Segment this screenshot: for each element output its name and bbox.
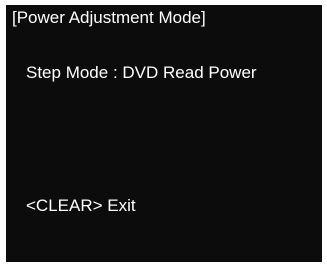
clear-exit-hint: <CLEAR> Exit bbox=[26, 196, 136, 215]
step-mode-label: Step Mode : DVD Read Power bbox=[26, 63, 257, 82]
mode-title: [Power Adjustment Mode] bbox=[12, 8, 206, 27]
service-mode-screen: [Power Adjustment Mode] Step Mode : DVD … bbox=[6, 5, 322, 262]
